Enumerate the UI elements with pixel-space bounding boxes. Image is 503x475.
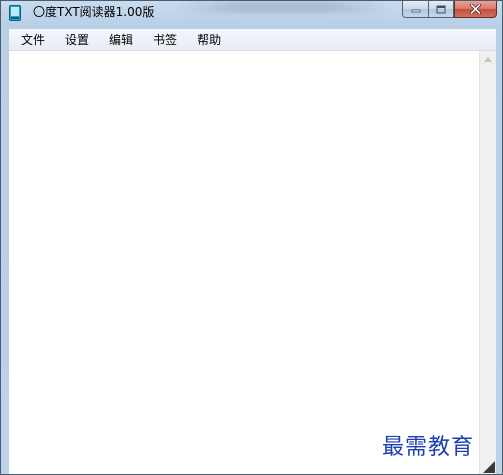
- app-window: 〇度TXT阅读器1.00版 文件 设置 编辑 书签 帮助 最需教育: [0, 0, 503, 475]
- menu-bookmarks[interactable]: 书签: [153, 30, 177, 50]
- window-title: 〇度TXT阅读器1.00版: [33, 5, 155, 19]
- menu-file[interactable]: 文件: [21, 30, 45, 50]
- menu-settings[interactable]: 设置: [65, 30, 89, 50]
- scroll-track[interactable]: [480, 68, 496, 448]
- menu-help[interactable]: 帮助: [197, 30, 221, 50]
- maximize-icon: [436, 5, 446, 13]
- close-button[interactable]: [454, 1, 497, 18]
- menu-edit[interactable]: 编辑: [109, 30, 133, 50]
- vertical-scrollbar[interactable]: [479, 51, 496, 474]
- resize-grip-icon[interactable]: [483, 458, 495, 473]
- menu-bar: 文件 设置 编辑 书签 帮助: [9, 29, 496, 51]
- close-icon: [470, 4, 481, 14]
- caption-buttons: [402, 1, 497, 19]
- arrow-up-icon: [484, 57, 492, 62]
- title-bar[interactable]: 〇度TXT阅读器1.00版: [1, 1, 502, 25]
- maximize-button[interactable]: [428, 1, 454, 18]
- text-file-icon[interactable]: [9, 5, 21, 21]
- text-content-area[interactable]: [9, 51, 479, 474]
- client-area: [9, 51, 496, 474]
- watermark-text: 最需教育: [382, 435, 475, 460]
- title-bar-background-blur: [176, 1, 391, 13]
- minimize-button[interactable]: [402, 1, 428, 18]
- minimize-icon: [411, 9, 420, 13]
- scroll-up-button[interactable]: [480, 51, 496, 68]
